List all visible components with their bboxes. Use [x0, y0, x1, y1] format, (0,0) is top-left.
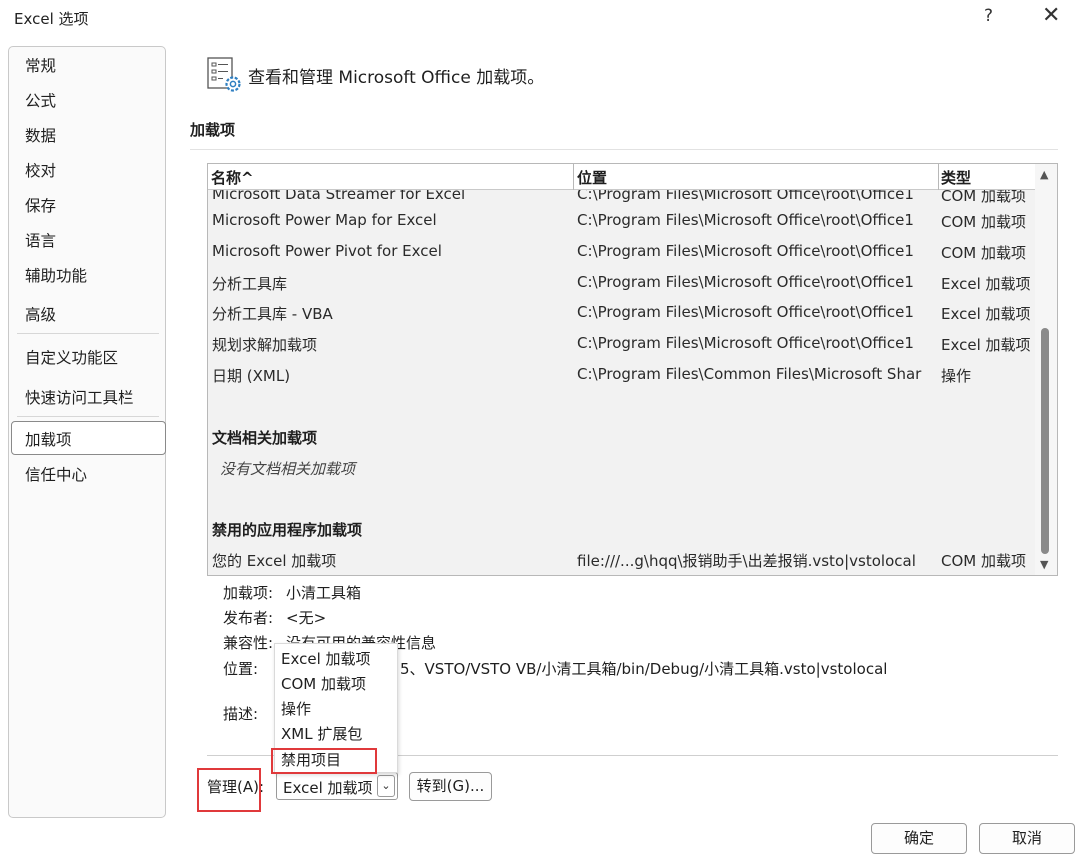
highlight-disabled-items: [271, 748, 377, 774]
ok-button[interactable]: 确定: [871, 823, 967, 854]
sidebar-divider: [17, 333, 159, 334]
sidebar-item-customize-ribbon[interactable]: 自定义功能区: [25, 346, 118, 368]
table-row[interactable]: 日期 (XML) C:\Program Files\Common Files\M…: [208, 360, 1035, 390]
detail-compat-label: 兼容性:: [223, 634, 274, 652]
manage-select[interactable]: Excel 加载项 ⌄: [276, 772, 398, 800]
dropdown-option-actions[interactable]: 操作: [281, 698, 311, 719]
scroll-up-arrow-icon[interactable]: ▲: [1040, 168, 1048, 181]
column-header-location[interactable]: 位置: [577, 167, 607, 188]
row-name: 日期 (XML): [212, 367, 291, 385]
row-location: C:\Program Files\Common Files\Microsoft …: [577, 365, 922, 383]
sidebar-item-save[interactable]: 保存: [25, 194, 56, 216]
table-row[interactable]: Microsoft Power Map for Excel C:\Program…: [208, 206, 1035, 236]
detail-publisher-label: 发布者:: [223, 609, 274, 627]
column-divider[interactable]: [573, 164, 574, 190]
close-button[interactable]: ✕: [1042, 3, 1060, 28]
row-name: 分析工具库 - VBA: [212, 305, 333, 323]
row-type: COM 加载项: [941, 552, 1026, 570]
row-type: COM 加载项: [941, 244, 1026, 262]
row-name: Microsoft Power Pivot for Excel: [212, 242, 442, 260]
addins-gear-icon: [206, 56, 244, 94]
highlight-manage-label: [197, 768, 261, 812]
scroll-down-arrow-icon[interactable]: ▼: [1040, 558, 1048, 571]
scrollbar-thumb[interactable]: [1041, 328, 1049, 554]
table-row[interactable]: 您的 Excel 加载项 file:///...g\hqq\报销助手\出差报销.…: [208, 545, 1035, 575]
detail-publisher-value: <无>: [286, 609, 327, 627]
goto-button[interactable]: 转到(G)...: [409, 772, 492, 801]
group-header-disabled-addins: 禁用的应用程序加载项: [212, 521, 363, 539]
sidebar-divider: [17, 416, 159, 417]
sidebar-item-quick-access-toolbar[interactable]: 快速访问工具栏: [25, 386, 134, 408]
row-type: Excel 加载项: [941, 305, 1031, 323]
manage-select-value: Excel 加载项: [283, 779, 373, 797]
row-location: C:\Program Files\Microsoft Office\root\O…: [577, 242, 914, 260]
row-location: C:\Program Files\Microsoft Office\root\O…: [577, 211, 914, 229]
addins-table: Microsoft Data Streamer for Excel C:\Pro…: [207, 163, 1058, 576]
detail-addin-label: 加载项:: [223, 584, 274, 602]
row-name: Microsoft Power Map for Excel: [212, 211, 437, 229]
row-location: C:\Program Files\Microsoft Office\root\O…: [577, 273, 914, 291]
table-row[interactable]: 规划求解加载项 C:\Program Files\Microsoft Offic…: [208, 329, 1035, 359]
row-type: 操作: [941, 367, 972, 385]
column-header-type[interactable]: 类型: [941, 167, 971, 188]
sidebar-item-accessibility[interactable]: 辅助功能: [25, 264, 87, 286]
sidebar-item-data[interactable]: 数据: [25, 124, 56, 146]
detail-addin-value: 小清工具箱: [286, 584, 362, 602]
cancel-button[interactable]: 取消: [979, 823, 1075, 854]
row-name: 分析工具库: [212, 275, 288, 293]
section-title: 加载项: [190, 121, 236, 139]
row-type: Excel 加载项: [941, 275, 1031, 293]
detail-location-label: 位置:: [223, 660, 259, 678]
dropdown-option-com-addins[interactable]: COM 加载项: [281, 673, 366, 694]
row-type: COM 加载项: [941, 213, 1026, 231]
sidebar-item-addins[interactable]: 加载项: [25, 428, 72, 450]
group-header-document-addins: 文档相关加载项: [212, 429, 318, 447]
sidebar-item-proofing[interactable]: 校对: [25, 159, 56, 181]
sidebar-item-formulas[interactable]: 公式: [25, 89, 56, 111]
row-location: C:\Program Files\Microsoft Office\root\O…: [577, 303, 914, 321]
dropdown-option-xml-expansion-packs[interactable]: XML 扩展包: [281, 723, 362, 744]
help-button[interactable]: ?: [984, 6, 993, 26]
sidebar-item-language[interactable]: 语言: [25, 229, 56, 251]
chevron-down-icon[interactable]: ⌄: [377, 775, 395, 797]
sidebar-item-advanced[interactable]: 高级: [25, 303, 56, 325]
detail-description-label: 描述:: [223, 705, 259, 723]
row-name: 您的 Excel 加载项: [212, 552, 337, 570]
detail-location-value: 5、VSTO/VSTO VB/小清工具箱/bin/Debug/小清工具箱.vst…: [400, 660, 888, 678]
sidebar-item-general[interactable]: 常规: [25, 54, 56, 76]
table-header: 名称^ 位置 类型: [208, 164, 1035, 190]
row-location: C:\Program Files\Microsoft Office\root\O…: [577, 334, 914, 352]
row-name: 规划求解加载项: [212, 336, 318, 354]
sidebar-item-trust-center[interactable]: 信任中心: [25, 463, 87, 485]
table-row[interactable]: Microsoft Power Pivot for Excel C:\Progr…: [208, 237, 1035, 267]
column-divider[interactable]: [938, 164, 939, 190]
table-vertical-scrollbar[interactable]: ▲ ▼: [1035, 164, 1057, 575]
sidebar: 常规 公式 数据 校对 保存 语言 辅助功能 高级 自定义功能区 快速访问工具栏…: [8, 46, 166, 818]
table-row[interactable]: 分析工具库 C:\Program Files\Microsoft Office\…: [208, 268, 1035, 298]
column-header-name[interactable]: 名称^: [211, 167, 254, 188]
table-row[interactable]: 分析工具库 - VBA C:\Program Files\Microsoft O…: [208, 298, 1035, 328]
page-header: 查看和管理 Microsoft Office 加载项。: [248, 68, 545, 88]
window-title: Excel 选项: [14, 10, 89, 28]
row-location: file:///...g\hqq\报销助手\出差报销.vsto|vstoloca…: [577, 552, 916, 570]
row-type: Excel 加载项: [941, 336, 1031, 354]
dropdown-option-excel-addins[interactable]: Excel 加载项: [281, 648, 371, 669]
section-divider: [190, 149, 1058, 150]
group-empty-message: 没有文档相关加载项: [220, 460, 356, 478]
